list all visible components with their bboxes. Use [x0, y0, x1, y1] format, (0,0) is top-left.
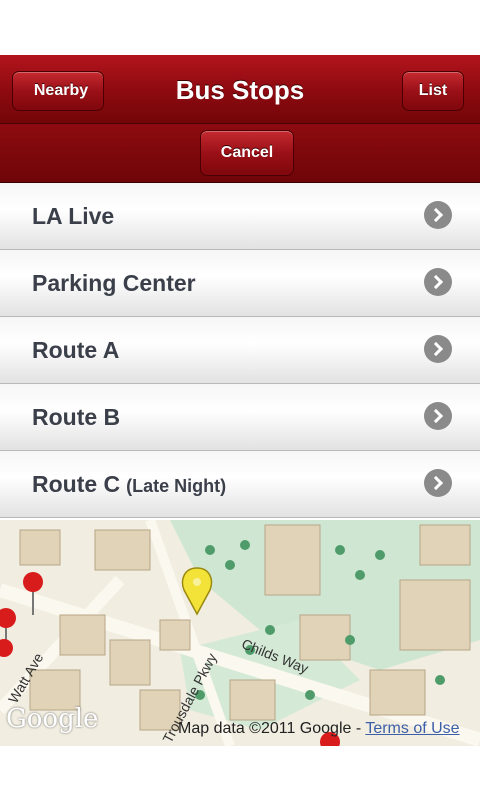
sub-toolbar: Cancel [0, 124, 480, 183]
chevron-right-icon[interactable] [424, 201, 452, 229]
map-credit-text: Map data ©2011 Google - [178, 720, 366, 737]
nearby-back-label: Nearby [33, 82, 89, 99]
list-item[interactable]: LA Live [0, 183, 480, 250]
campus-map[interactable]: Childs Way Trousdale Pkwy Watt Ave Googl… [0, 520, 480, 746]
list-button[interactable]: List [402, 71, 464, 111]
cancel-button[interactable]: Cancel [200, 130, 294, 176]
navigation-bar: Nearby Bus Stops List [0, 55, 480, 124]
list-item-label: Route B [32, 404, 121, 430]
list-item[interactable]: Route C (Late Night) [0, 451, 480, 518]
map-credit: Map data ©2011 Google - Terms of Use [178, 720, 460, 738]
terms-of-use-link[interactable]: Terms of Use [365, 720, 459, 737]
chevron-right-icon[interactable] [424, 469, 452, 497]
bus-stop-list: LA Live Parking Center Route A Route B R… [0, 183, 480, 518]
list-item-label: Parking Center [32, 270, 196, 296]
list-item-label: Route C (Late Night) [32, 471, 227, 497]
list-item-label: Route A [32, 337, 120, 363]
list-item[interactable]: Route B [0, 384, 480, 451]
chevron-right-icon[interactable] [424, 268, 452, 296]
list-item[interactable]: Parking Center [0, 250, 480, 317]
list-item-sublabel: (Late Night) [126, 476, 227, 496]
chevron-right-icon[interactable] [424, 402, 452, 430]
google-logo: Google [6, 704, 99, 734]
list-item[interactable]: Route A [0, 317, 480, 384]
list-item-label: LA Live [32, 203, 115, 229]
chevron-right-icon[interactable] [424, 335, 452, 363]
